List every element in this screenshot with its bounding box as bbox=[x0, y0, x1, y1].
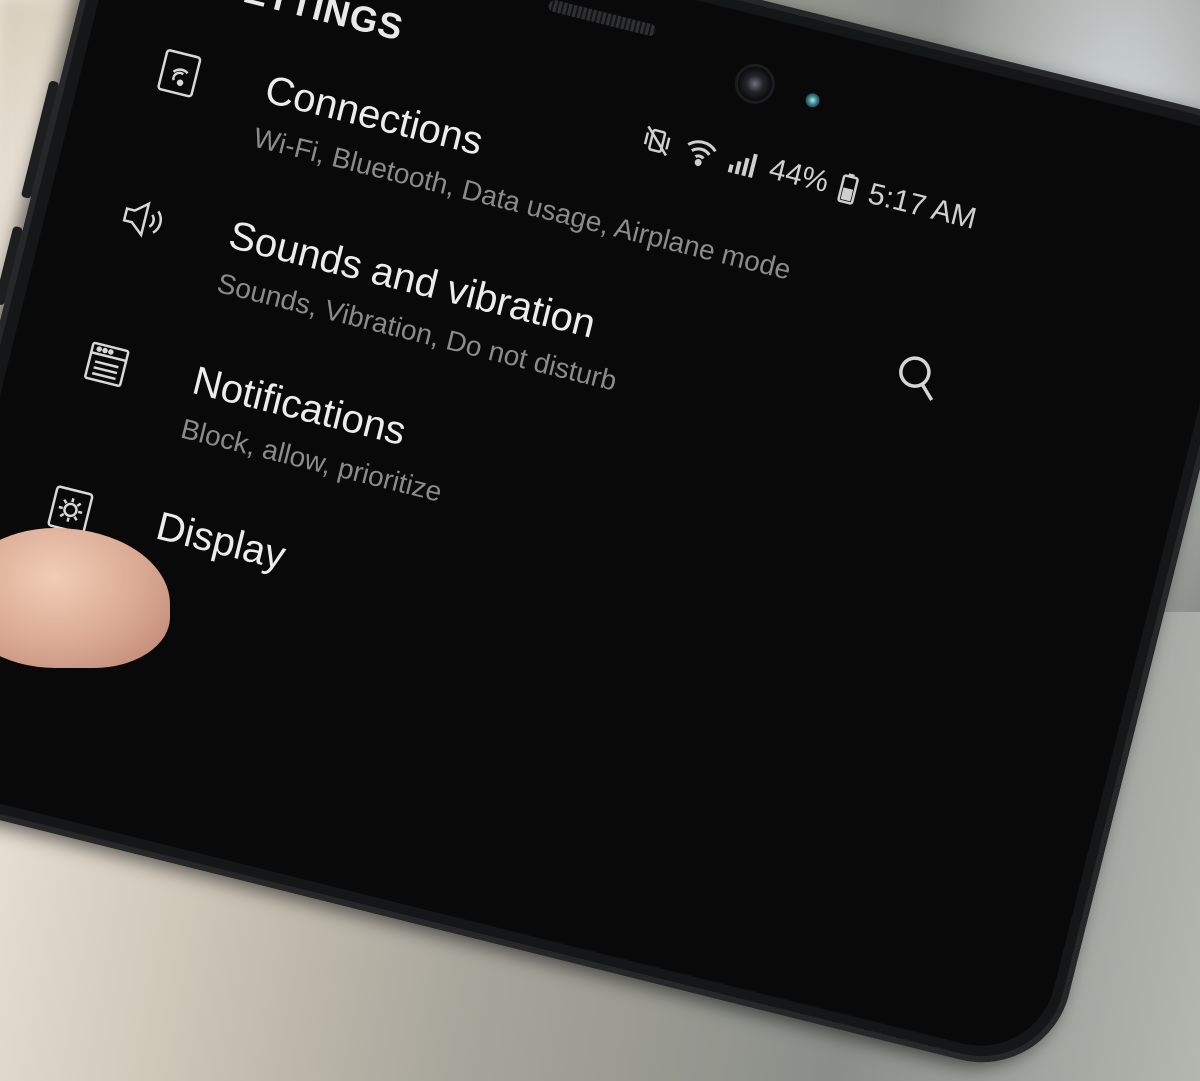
connections-icon bbox=[150, 44, 208, 102]
phone-screen: SETTINGS 44% 5:17 AM Connections Wi-Fi, … bbox=[0, 0, 1200, 1062]
battery-icon bbox=[836, 171, 861, 206]
front-camera bbox=[734, 63, 776, 105]
notifications-icon bbox=[78, 335, 136, 393]
wifi-icon bbox=[681, 133, 721, 170]
earpiece-speaker bbox=[547, 0, 658, 38]
menu-item-label: Display bbox=[151, 504, 290, 579]
speaker-icon bbox=[114, 190, 172, 248]
signal-icon bbox=[725, 144, 761, 180]
phone: SETTINGS 44% 5:17 AM Connections Wi-Fi, … bbox=[0, 0, 1200, 1081]
proximity-sensor bbox=[804, 91, 822, 109]
mute-vibrate-icon bbox=[638, 121, 677, 160]
page-title: SETTINGS bbox=[215, 0, 408, 49]
